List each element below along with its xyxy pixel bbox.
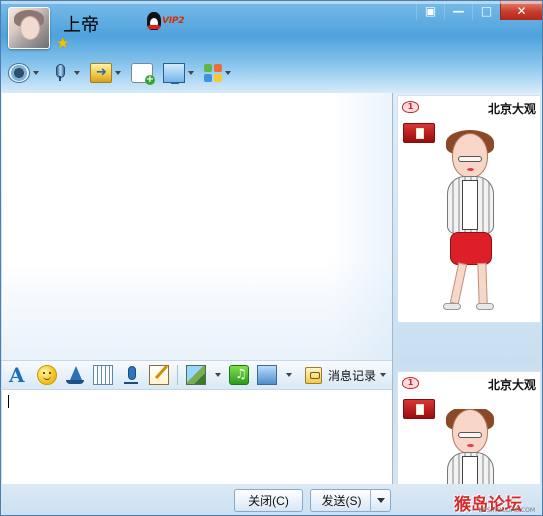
message-history-button[interactable]: 消息记录 <box>304 365 386 385</box>
gift-chest-icon[interactable] <box>403 399 435 419</box>
figure-glasses <box>458 432 482 438</box>
input-format-toolbar: A 消息记录 <box>2 360 392 390</box>
gift-chest-icon[interactable] <box>403 123 435 143</box>
qq-penguin-icon <box>147 12 161 30</box>
voice-call-tool[interactable] <box>49 62 80 84</box>
membership-star-icon: ★ <box>56 34 70 52</box>
show-level-badge: 1 <box>402 101 419 113</box>
window-controls: ▣ — □ ✕ <box>416 1 542 20</box>
watermark-subtext: BBS.HOUDAO.COM <box>478 507 535 514</box>
vip-label: VIP2 <box>162 16 185 26</box>
figure-glasses <box>458 156 482 162</box>
close-window-button[interactable]: ✕ <box>500 1 542 20</box>
window-header: 上帝 ★ VIP2 ▣ — □ ✕ <box>1 1 542 93</box>
video-call-tool[interactable] <box>8 62 39 84</box>
message-history-label: 消息记录 <box>327 368 376 383</box>
chevron-down-icon[interactable] <box>74 71 80 75</box>
group-chat-tool[interactable] <box>131 62 155 85</box>
handwriting-icon[interactable] <box>149 365 169 385</box>
magic-expression-icon[interactable] <box>65 365 85 385</box>
figure-right-leg <box>477 262 488 305</box>
qq-chat-window: 上帝 ★ VIP2 ▣ — □ ✕ 1 北京大观 <box>0 0 543 516</box>
font-icon[interactable]: A <box>9 365 29 385</box>
maximize-button[interactable]: □ <box>472 1 500 20</box>
chevron-down-icon[interactable] <box>225 71 231 75</box>
figure-left-shoe <box>443 303 461 310</box>
figure-mouth <box>467 444 474 447</box>
chevron-down-icon[interactable] <box>286 373 292 377</box>
chevron-down-icon <box>377 498 385 503</box>
chat-add-icon <box>131 63 155 85</box>
panel-divider <box>392 93 393 484</box>
message-history-area[interactable] <box>2 93 392 360</box>
text-cursor <box>8 395 9 408</box>
figure-right-shoe <box>476 303 494 310</box>
image-icon[interactable] <box>186 365 206 385</box>
chevron-down-icon[interactable] <box>115 71 121 75</box>
microphone-icon <box>49 63 71 83</box>
format-tools: A <box>9 365 292 385</box>
contact-qq-show[interactable]: 1 北京大观 <box>397 95 541 323</box>
screen-share-tool[interactable] <box>163 62 194 84</box>
toolbar-separator <box>177 365 178 385</box>
window-menu-button[interactable]: ▣ <box>416 1 444 20</box>
contact-avatar[interactable] <box>8 7 50 49</box>
show-location-label: 北京大观 <box>487 102 536 116</box>
figure-shirt <box>462 180 478 230</box>
music-icon[interactable] <box>229 365 249 385</box>
chevron-down-icon[interactable] <box>215 373 221 377</box>
show-level-badge: 1 <box>402 377 419 389</box>
video-clip-icon[interactable] <box>93 365 113 385</box>
send-options-button[interactable] <box>370 489 391 512</box>
minimize-button[interactable]: — <box>444 1 472 20</box>
voice-message-icon[interactable] <box>121 365 141 385</box>
chevron-down-icon[interactable] <box>33 71 39 75</box>
forum-watermark: 猴岛论坛 BBS.HOUDAO.COM <box>454 490 540 515</box>
chevron-down-icon[interactable] <box>380 373 386 377</box>
chat-toolbar <box>8 62 231 85</box>
chevron-down-icon[interactable] <box>188 71 194 75</box>
show-location-label: 北京大观 <box>487 378 536 392</box>
file-transfer-icon <box>90 63 112 83</box>
message-history-icon <box>304 366 322 384</box>
message-input[interactable] <box>2 390 392 484</box>
emoji-icon[interactable] <box>37 365 57 385</box>
figure-mouth <box>467 168 474 171</box>
close-chat-button[interactable]: 关闭(C) <box>234 489 303 512</box>
figure-left-leg <box>449 262 468 305</box>
avatar-figure <box>440 130 500 315</box>
webcam-icon <box>8 63 30 83</box>
screenshot-icon[interactable] <box>257 365 277 385</box>
figure-shorts <box>450 232 492 265</box>
vip-badge[interactable]: VIP2 <box>147 12 188 30</box>
avatar-face <box>20 16 40 40</box>
apps-tool[interactable] <box>204 62 231 84</box>
screen-share-icon <box>163 63 185 84</box>
apps-icon <box>204 64 222 82</box>
file-transfer-tool[interactable] <box>90 62 121 84</box>
